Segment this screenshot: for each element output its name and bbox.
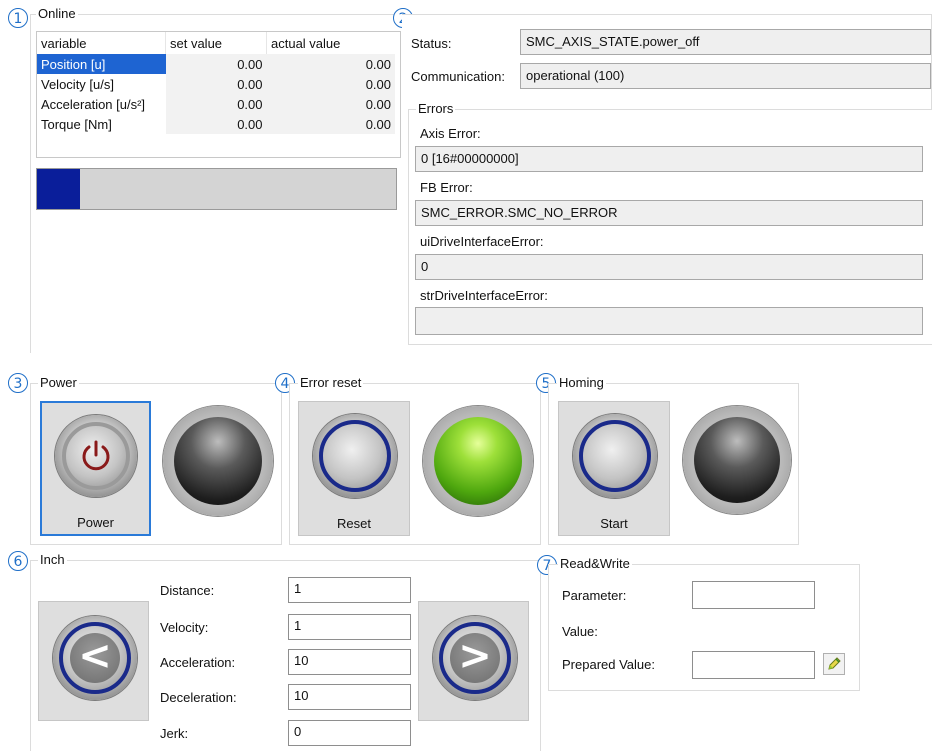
online-table: variable set value actual value Position… [37, 32, 395, 134]
readwrite-title: Read&Write [558, 556, 632, 571]
table-row[interactable]: Velocity [u/s] 0.00 0.00 [37, 74, 395, 94]
cell-variable[interactable]: Acceleration [u/s²] [37, 94, 166, 114]
reset-button-label: Reset [337, 516, 371, 531]
section-number-3: 3 [8, 373, 28, 393]
acceleration-input[interactable]: 10 [288, 649, 411, 675]
prepared-value-label: Prepared Value: [562, 657, 655, 672]
power-button-label: Power [77, 515, 114, 530]
section-number-6: 6 [8, 551, 28, 571]
write-button[interactable] [823, 653, 845, 675]
inch-backward-knob: < [53, 616, 137, 700]
inch-forward-button[interactable]: > [418, 601, 529, 721]
jerk-input[interactable]: 0 [288, 720, 411, 746]
homing-knob [573, 414, 657, 498]
ui-drive-interface-error-field: 0 [415, 254, 923, 280]
jerk-label: Jerk: [160, 726, 189, 741]
chevron-left-icon: < [70, 633, 120, 683]
reset-knob-ring [319, 420, 391, 492]
progress-fill [37, 169, 80, 209]
cell-actual-value: 0.00 [266, 114, 395, 134]
cell-set-value: 0.00 [165, 114, 267, 134]
errors-title: Errors [416, 101, 456, 116]
cell-set-value: 0.00 [165, 94, 267, 114]
homing-title: Homing [557, 375, 606, 390]
str-drive-interface-error-label: strDriveInterfaceError: [420, 288, 548, 303]
error-reset-title: Error reset [298, 375, 364, 390]
cell-actual-value: 0.00 [266, 54, 395, 74]
homing-status-lamp [683, 406, 791, 514]
axis-error-field: 0 [16#00000000] [415, 146, 923, 172]
power-title: Power [38, 375, 79, 390]
cell-actual-value: 0.00 [266, 74, 395, 94]
col-header-actual-value: actual value [266, 32, 395, 54]
online-title: Online [36, 6, 78, 21]
position-progress-bar [36, 168, 397, 210]
error-reset-lamp-core [434, 417, 522, 505]
reset-knob [313, 414, 397, 498]
cell-variable[interactable]: Torque [Nm] [37, 114, 166, 134]
section-number-1: 1 [8, 8, 28, 28]
distance-label: Distance: [160, 583, 215, 598]
chevron-right-icon: > [450, 633, 500, 683]
axis-error-label: Axis Error: [420, 126, 481, 141]
str-drive-interface-error-field [415, 307, 923, 335]
inch-title: Inch [38, 552, 67, 567]
acceleration-label: Acceleration: [160, 655, 236, 670]
deceleration-input[interactable]: 10 [288, 684, 411, 710]
col-header-set-value: set value [165, 32, 267, 54]
parameter-input[interactable] [692, 581, 815, 609]
col-header-variable: variable [41, 35, 87, 51]
fb-error-field: SMC_ERROR.SMC_NO_ERROR [415, 200, 923, 226]
status-value-field: SMC_AXIS_STATE.power_off [520, 29, 931, 55]
homing-lamp-core [694, 417, 780, 503]
homing-start-button[interactable]: Start [558, 401, 670, 536]
inch-forward-knob: > [433, 616, 517, 700]
status-label: Status: [411, 36, 452, 51]
prepared-value-input[interactable] [692, 651, 815, 679]
inch-backward-button[interactable]: < [38, 601, 149, 721]
power-button[interactable]: Power [40, 401, 151, 536]
error-reset-status-lamp [423, 406, 533, 516]
power-status-lamp [163, 406, 273, 516]
homing-start-button-label: Start [600, 516, 628, 531]
ui-drive-interface-error-label: uiDriveInterfaceError: [420, 234, 544, 249]
power-knob [55, 415, 137, 497]
distance-input[interactable]: 1 [288, 577, 411, 603]
table-row[interactable]: Torque [Nm] 0.00 0.00 [37, 114, 395, 134]
power-icon [82, 440, 110, 471]
cell-actual-value: 0.00 [266, 94, 395, 114]
table-row[interactable]: Acceleration [u/s²] 0.00 0.00 [37, 94, 395, 114]
value-label: Value: [562, 624, 598, 639]
cell-set-value: 0.00 [165, 74, 267, 94]
reset-button[interactable]: Reset [298, 401, 410, 536]
deceleration-label: Deceleration: [160, 690, 237, 705]
fb-error-label: FB Error: [420, 180, 473, 195]
velocity-input[interactable]: 1 [288, 614, 411, 640]
communication-value-field: operational (100) [520, 63, 931, 89]
velocity-label: Velocity: [160, 620, 209, 635]
table-header: variable set value actual value [37, 32, 395, 54]
pencil-icon [828, 657, 841, 670]
parameter-label: Parameter: [562, 588, 627, 603]
communication-label: Communication: [411, 69, 505, 84]
table-row[interactable]: Position [u] 0.00 0.00 [37, 54, 395, 74]
power-lamp-core [174, 417, 262, 505]
cell-variable[interactable]: Velocity [u/s] [37, 74, 166, 94]
homing-knob-ring [579, 420, 651, 492]
cell-set-value: 0.00 [165, 54, 267, 74]
cell-variable[interactable]: Position [u] [37, 54, 166, 74]
